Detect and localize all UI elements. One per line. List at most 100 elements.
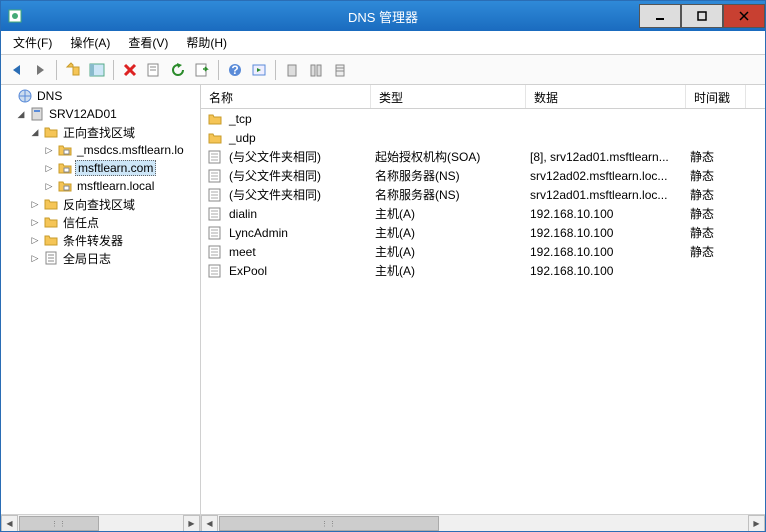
show-hide-tree-button[interactable]	[86, 59, 108, 81]
list-pane: 名称 类型 数据 时间戳 _tcp_udp(与父文件夹相同)起始授权机构(SOA…	[201, 85, 765, 531]
tree-server[interactable]: ◢ SRV12AD01	[1, 105, 200, 123]
cell-timestamp	[686, 137, 746, 139]
scroll-left-button[interactable]: ◀	[1, 515, 18, 531]
cell-data: 192.168.10.100	[526, 225, 686, 241]
cell-name: (与父文件夹相同)	[201, 185, 371, 204]
scroll-left-button[interactable]: ◀	[201, 515, 218, 531]
menu-view[interactable]: 查看(V)	[120, 32, 176, 53]
expander-closed-icon[interactable]: ▷	[43, 180, 55, 192]
list-item[interactable]: ExPool主机(A)192.168.10.100	[201, 261, 765, 280]
tree-reverse-zones[interactable]: ▷ 反向查找区域	[1, 195, 200, 213]
folder-icon	[207, 111, 223, 127]
minimize-button[interactable]	[639, 4, 681, 28]
tree-trust-points[interactable]: ▷ 信任点	[1, 213, 200, 231]
expander-closed-icon[interactable]: ▷	[43, 144, 55, 156]
zone-icon	[57, 142, 73, 158]
record-icon	[207, 168, 223, 184]
forward-button[interactable]	[29, 59, 51, 81]
cell-timestamp: 静态	[686, 204, 746, 223]
folder-icon	[43, 196, 59, 212]
export-button[interactable]	[191, 59, 213, 81]
expander-closed-icon[interactable]: ▷	[29, 198, 41, 210]
expander-closed-icon[interactable]: ▷	[29, 216, 41, 228]
list-item[interactable]: (与父文件夹相同)起始授权机构(SOA)[8], srv12ad01.msftl…	[201, 147, 765, 166]
cell-timestamp	[686, 118, 746, 120]
expander-open-icon[interactable]: ◢	[29, 126, 41, 138]
toolbar-separator	[56, 60, 57, 80]
expander-closed-icon[interactable]: ▷	[29, 234, 41, 246]
cell-name: LyncAdmin	[201, 224, 371, 242]
scroll-right-button[interactable]: ▶	[183, 515, 200, 531]
scroll-track[interactable]: ⋮⋮	[18, 515, 183, 531]
help-button[interactable]: ?	[224, 59, 246, 81]
tree-zone-msdcs[interactable]: ▷ _msdcs.msftlearn.lo	[1, 141, 200, 159]
action-button[interactable]	[248, 59, 270, 81]
menu-help[interactable]: 帮助(H)	[178, 32, 235, 53]
scroll-thumb[interactable]: ⋮⋮	[19, 516, 99, 531]
tree-root-dns[interactable]: DNS	[1, 87, 200, 105]
app-icon	[7, 8, 23, 24]
cell-type: 主机(A)	[371, 204, 526, 223]
list-item[interactable]: _udp	[201, 128, 765, 147]
cell-timestamp: 静态	[686, 166, 746, 185]
tree-zone-msftlearn-local[interactable]: ▷ msftlearn.local	[1, 177, 200, 195]
column-header-data[interactable]: 数据	[526, 85, 686, 108]
cell-name: _udp	[201, 129, 371, 147]
cell-data: srv12ad01.msftlearn.loc...	[526, 187, 686, 203]
list-item[interactable]: meet主机(A)192.168.10.100静态	[201, 242, 765, 261]
cell-name: meet	[201, 243, 371, 261]
scroll-thumb[interactable]: ⋮⋮	[219, 516, 439, 531]
expander-icon[interactable]	[3, 90, 15, 102]
column-header-name[interactable]: 名称	[201, 85, 371, 108]
close-button[interactable]	[723, 4, 765, 28]
delete-button[interactable]	[119, 59, 141, 81]
expander-closed-icon[interactable]: ▷	[43, 162, 55, 174]
cell-name: _tcp	[201, 110, 371, 128]
scroll-right-button[interactable]: ▶	[748, 515, 765, 531]
tree-forward-zones[interactable]: ◢ 正向查找区域	[1, 123, 200, 141]
log-icon	[43, 250, 59, 266]
list-item[interactable]: dialin主机(A)192.168.10.100静态	[201, 204, 765, 223]
tree-horizontal-scrollbar[interactable]: ◀ ⋮⋮ ▶	[1, 514, 200, 531]
back-button[interactable]	[5, 59, 27, 81]
record-icon	[207, 225, 223, 241]
maximize-button[interactable]	[681, 4, 723, 28]
column-header-type[interactable]: 类型	[371, 85, 526, 108]
titlebar[interactable]: DNS 管理器	[1, 1, 765, 31]
cell-type: 主机(A)	[371, 242, 526, 261]
expander-closed-icon[interactable]: ▷	[29, 252, 41, 264]
column-header-timestamp[interactable]: 时间戳	[686, 85, 746, 108]
window-title: DNS 管理器	[348, 7, 418, 26]
refresh-button[interactable]	[167, 59, 189, 81]
cell-name: (与父文件夹相同)	[201, 166, 371, 185]
expander-open-icon[interactable]: ◢	[15, 108, 27, 120]
cell-data: srv12ad02.msftlearn.loc...	[526, 168, 686, 184]
tree-global-logs[interactable]: ▷ 全局日志	[1, 249, 200, 267]
cell-type	[371, 137, 526, 139]
cell-name: dialin	[201, 205, 371, 223]
tree-view[interactable]: DNS ◢ SRV12AD01 ◢ 正向查找区域 ▷ _msdcs.msftle…	[1, 85, 200, 514]
properties-button[interactable]	[143, 59, 165, 81]
menu-file[interactable]: 文件(F)	[5, 32, 60, 53]
toolbar: ?	[1, 55, 765, 85]
tree-conditional-forwarders[interactable]: ▷ 条件转发器	[1, 231, 200, 249]
filter-button-2[interactable]	[305, 59, 327, 81]
up-button[interactable]	[62, 59, 84, 81]
scroll-track[interactable]: ⋮⋮	[218, 515, 748, 531]
list-body[interactable]: _tcp_udp(与父文件夹相同)起始授权机构(SOA)[8], srv12ad…	[201, 109, 765, 514]
list-item[interactable]: (与父文件夹相同)名称服务器(NS)srv12ad01.msftlearn.lo…	[201, 185, 765, 204]
filter-button-3[interactable]	[329, 59, 351, 81]
dns-manager-window: DNS 管理器 文件(F) 操作(A) 查看(V) 帮助(H) ?	[0, 0, 766, 532]
toolbar-separator	[113, 60, 114, 80]
tree-zone-msftlearn-com[interactable]: ▷ msftlearn.com	[1, 159, 200, 177]
cell-data: 192.168.10.100	[526, 263, 686, 279]
list-horizontal-scrollbar[interactable]: ◀ ⋮⋮ ▶	[201, 514, 765, 531]
folder-icon	[43, 214, 59, 230]
server-icon	[29, 106, 45, 122]
menu-action[interactable]: 操作(A)	[62, 32, 118, 53]
list-item[interactable]: LyncAdmin主机(A)192.168.10.100静态	[201, 223, 765, 242]
filter-button-1[interactable]	[281, 59, 303, 81]
list-item[interactable]: (与父文件夹相同)名称服务器(NS)srv12ad02.msftlearn.lo…	[201, 166, 765, 185]
list-item[interactable]: _tcp	[201, 109, 765, 128]
cell-name: (与父文件夹相同)	[201, 147, 371, 166]
